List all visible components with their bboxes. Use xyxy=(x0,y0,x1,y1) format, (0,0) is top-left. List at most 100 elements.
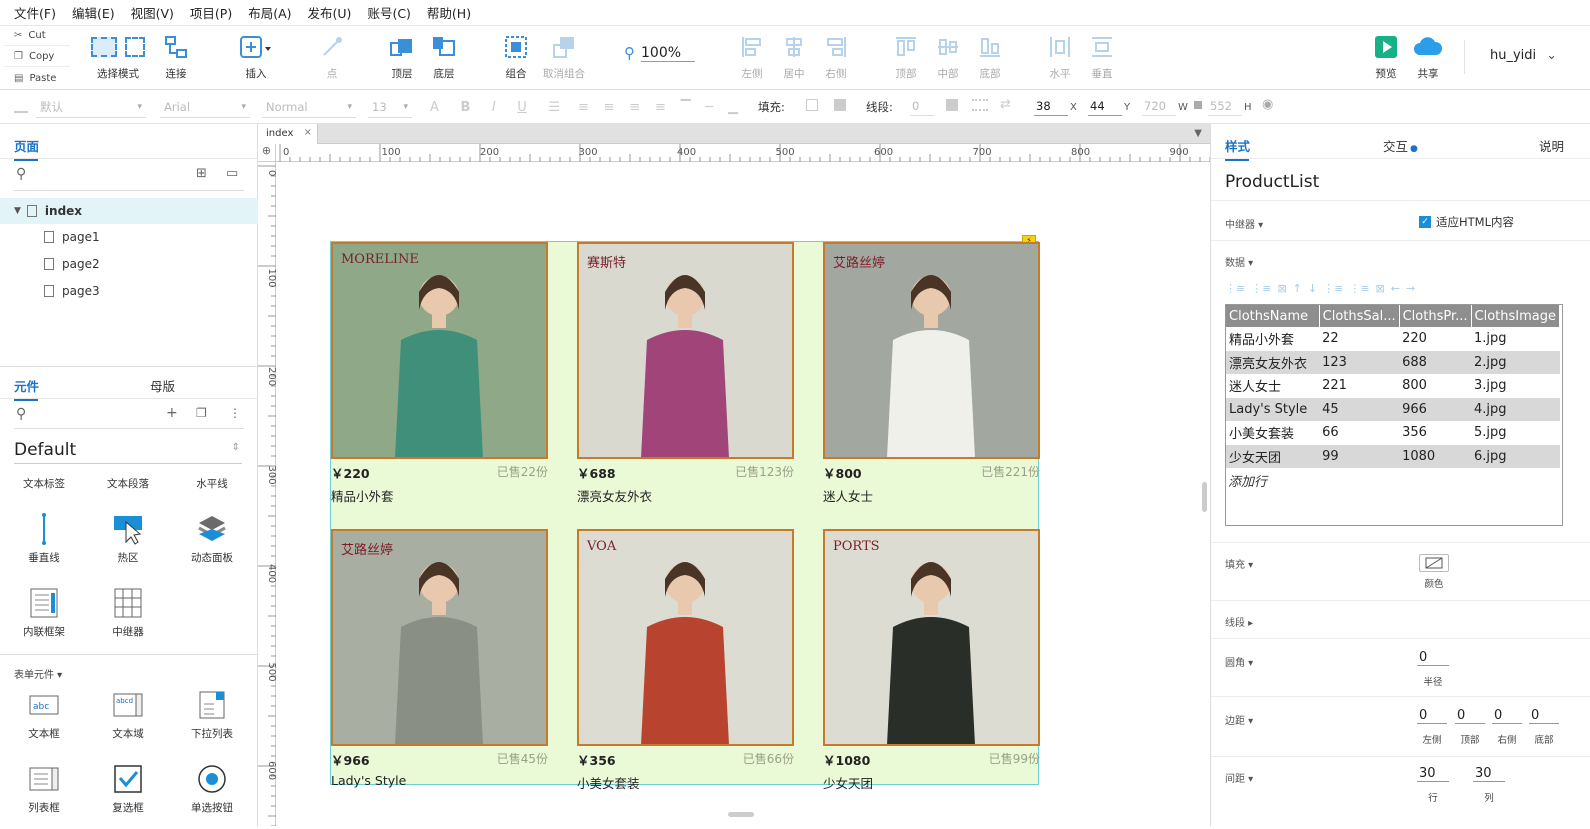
align-bottom-button[interactable]: 底部 xyxy=(960,30,1020,88)
padding-section-label[interactable]: 边距 ▾ xyxy=(1225,712,1253,727)
repeater-section-label[interactable]: 中继器 ▾ xyxy=(1225,216,1263,231)
dataset-cell[interactable]: 99 xyxy=(1319,444,1400,468)
dataset-cell[interactable]: 66 xyxy=(1319,421,1399,445)
widget-repeater[interactable]: 中继器 xyxy=(86,582,170,639)
dataset-cell[interactable]: 4.jpg xyxy=(1471,397,1560,421)
dataset-cell[interactable]: 1080 xyxy=(1399,444,1472,468)
dataset-cell[interactable]: 800 xyxy=(1399,374,1471,398)
fill-color-picker[interactable] xyxy=(1419,554,1449,572)
bold-icon[interactable]: B xyxy=(460,100,470,115)
font-select[interactable]: Arial xyxy=(160,96,250,118)
page-item-page1[interactable]: page1 xyxy=(44,224,100,250)
widget-radio-button[interactable]: 单选按钮 xyxy=(170,758,254,815)
component-search-input[interactable] xyxy=(14,428,244,429)
text-align-right-icon[interactable]: ≡ xyxy=(629,100,640,115)
menu-publish[interactable]: 发布(U) xyxy=(308,3,352,22)
arrow-style-icon[interactable]: ⇄ xyxy=(1000,97,1011,112)
width-input[interactable]: 720 xyxy=(1142,96,1176,116)
horizontal-scrollbar[interactable] xyxy=(728,812,754,817)
italic-icon[interactable]: I xyxy=(492,100,496,115)
padding-right-input[interactable]: 0 xyxy=(1492,708,1522,724)
underline-icon[interactable]: U xyxy=(517,100,527,115)
dataset-cell[interactable]: 221 xyxy=(1319,374,1399,398)
move-up-icon[interactable]: ↑ xyxy=(1293,282,1302,295)
widget-dynamic-panel[interactable]: 动态面板 xyxy=(170,508,254,565)
widget-dropdown[interactable]: 下拉列表 xyxy=(170,684,254,741)
eye-icon[interactable]: ◉ xyxy=(1262,97,1273,112)
widget-text-label[interactable]: 文本标签 xyxy=(2,464,86,491)
dataset-column-header[interactable]: ClothsSal... xyxy=(1319,305,1400,327)
dataset-cell[interactable]: 45 xyxy=(1319,397,1400,421)
dataset-cell[interactable]: 少女天团 xyxy=(1226,444,1320,468)
fit-html-checkbox[interactable]: ✓ 适应HTML内容 xyxy=(1419,214,1514,230)
dataset-cell[interactable]: 精品小外套 xyxy=(1226,327,1319,351)
menu-file[interactable]: 文件(F) xyxy=(14,3,56,22)
dataset-cell[interactable]: 迷人女士 xyxy=(1226,374,1319,398)
close-icon[interactable]: × xyxy=(304,127,312,138)
add-folder-icon[interactable]: ▭ xyxy=(226,166,238,181)
zoom-control[interactable]: ⚲ 100% xyxy=(624,42,696,64)
font-size-select[interactable]: 13 xyxy=(368,96,412,118)
search-icon[interactable]: ⚲ xyxy=(16,166,26,182)
vertical-ruler[interactable]: 0 100 200 300 400 500 600 xyxy=(258,162,277,827)
ruler-origin-icon[interactable]: ⊕ xyxy=(258,144,276,162)
insert-button[interactable]: 插入 xyxy=(226,30,286,88)
dataset-cell[interactable]: 22 xyxy=(1319,327,1399,351)
text-justify-icon[interactable]: ≡ xyxy=(655,100,666,115)
fill-section-label[interactable]: 填充 ▾ xyxy=(1225,556,1253,571)
cut-button[interactable]: ✂ Cut xyxy=(4,26,70,46)
dataset-cell[interactable]: 6.jpg xyxy=(1471,444,1560,468)
design-page[interactable]: ⚡ MORELINE ￥220 已售22份 精品小外套 赛斯特 ￥688 已售123份 漂亮女… xyxy=(276,162,1210,826)
menu-edit[interactable]: 编辑(E) xyxy=(72,3,115,22)
menu-help[interactable]: 帮助(H) xyxy=(427,3,471,22)
horizontal-ruler[interactable]: 0 100 200 300 400 500 600 700 800 900 xyxy=(276,144,1211,162)
product-image[interactable]: 艾路丝婷 xyxy=(331,529,548,746)
data-section-label[interactable]: 数据 ▾ xyxy=(1225,254,1253,269)
dataset-row[interactable]: Lady's Style 45 966 4.jpg xyxy=(1226,397,1560,421)
select-mode-button[interactable]: 选择模式 xyxy=(86,30,150,88)
spacing-section-label[interactable]: 间距 ▾ xyxy=(1225,770,1253,785)
product-card[interactable]: PORTS ￥1080 已售99份 少女天团 xyxy=(823,529,1040,792)
product-card[interactable]: 艾路丝婷 ￥966 已售45份 Lady's Style xyxy=(331,529,548,788)
widget-inline-frame[interactable]: 内联框架 xyxy=(2,582,86,639)
valign-bottom-icon[interactable]: ▁ xyxy=(728,100,738,115)
menu-project[interactable]: 项目(P) xyxy=(190,3,232,22)
align-right-button[interactable]: 右侧 xyxy=(806,30,866,88)
widget-hotspot[interactable]: 热区 xyxy=(86,508,170,565)
page-item-page3[interactable]: page3 xyxy=(44,278,100,304)
widget-text-field[interactable]: abc 文本框 xyxy=(2,684,86,741)
menu-account[interactable]: 账号(C) xyxy=(367,3,410,22)
dataset-cell[interactable]: 5.jpg xyxy=(1471,421,1559,445)
page-search-input[interactable] xyxy=(14,190,244,191)
dataset-cell[interactable]: 2.jpg xyxy=(1471,350,1560,374)
ungroup-button[interactable]: 取消组合 xyxy=(534,30,594,88)
line-section-label[interactable]: 线段 ▸ xyxy=(1225,614,1253,629)
dataset-cell[interactable]: 966 xyxy=(1399,397,1472,421)
text-align-left-icon[interactable]: ≡ xyxy=(578,100,589,115)
line-color-swatch[interactable] xyxy=(946,99,958,111)
page-item-page2[interactable]: page2 xyxy=(44,251,100,277)
x-input[interactable]: 38 xyxy=(1034,96,1068,116)
delete-row-icon[interactable]: ⊠ xyxy=(1277,282,1286,295)
padding-top-input[interactable]: 0 xyxy=(1455,708,1485,724)
widget-name[interactable]: ProductList xyxy=(1225,172,1319,192)
page-item-index[interactable]: ▼ index xyxy=(0,198,258,224)
radius-section-label[interactable]: 圆角 ▾ xyxy=(1225,654,1253,669)
distribute-v-button[interactable]: 垂直 xyxy=(1072,30,1132,88)
delete-column-icon[interactable]: ⊠ xyxy=(1376,282,1385,295)
line-width-input[interactable]: 0 xyxy=(910,96,934,116)
insert-row-icon[interactable]: ⋮≡ xyxy=(1225,282,1245,295)
share-button[interactable]: 共享 xyxy=(1398,30,1458,88)
tab-notes[interactable]: 说明 xyxy=(1539,136,1564,155)
product-image[interactable]: VOA xyxy=(577,529,794,746)
form-widgets-title[interactable]: 表单元件 ▾ xyxy=(14,666,62,681)
dataset-column-header[interactable]: ClothsImage xyxy=(1471,305,1561,327)
product-image[interactable]: 赛斯特 xyxy=(577,242,794,459)
padding-bottom-input[interactable]: 0 xyxy=(1529,708,1559,724)
widget-text-area[interactable]: abcd 文本域 xyxy=(86,684,170,741)
search-icon[interactable]: ⚲ xyxy=(16,406,26,422)
dataset-cell[interactable]: 123 xyxy=(1319,350,1400,374)
tab-interactions[interactable]: 交互 ● xyxy=(1383,136,1418,155)
move-right-icon[interactable]: → xyxy=(1406,282,1415,295)
height-input[interactable]: 552 xyxy=(1208,96,1242,116)
